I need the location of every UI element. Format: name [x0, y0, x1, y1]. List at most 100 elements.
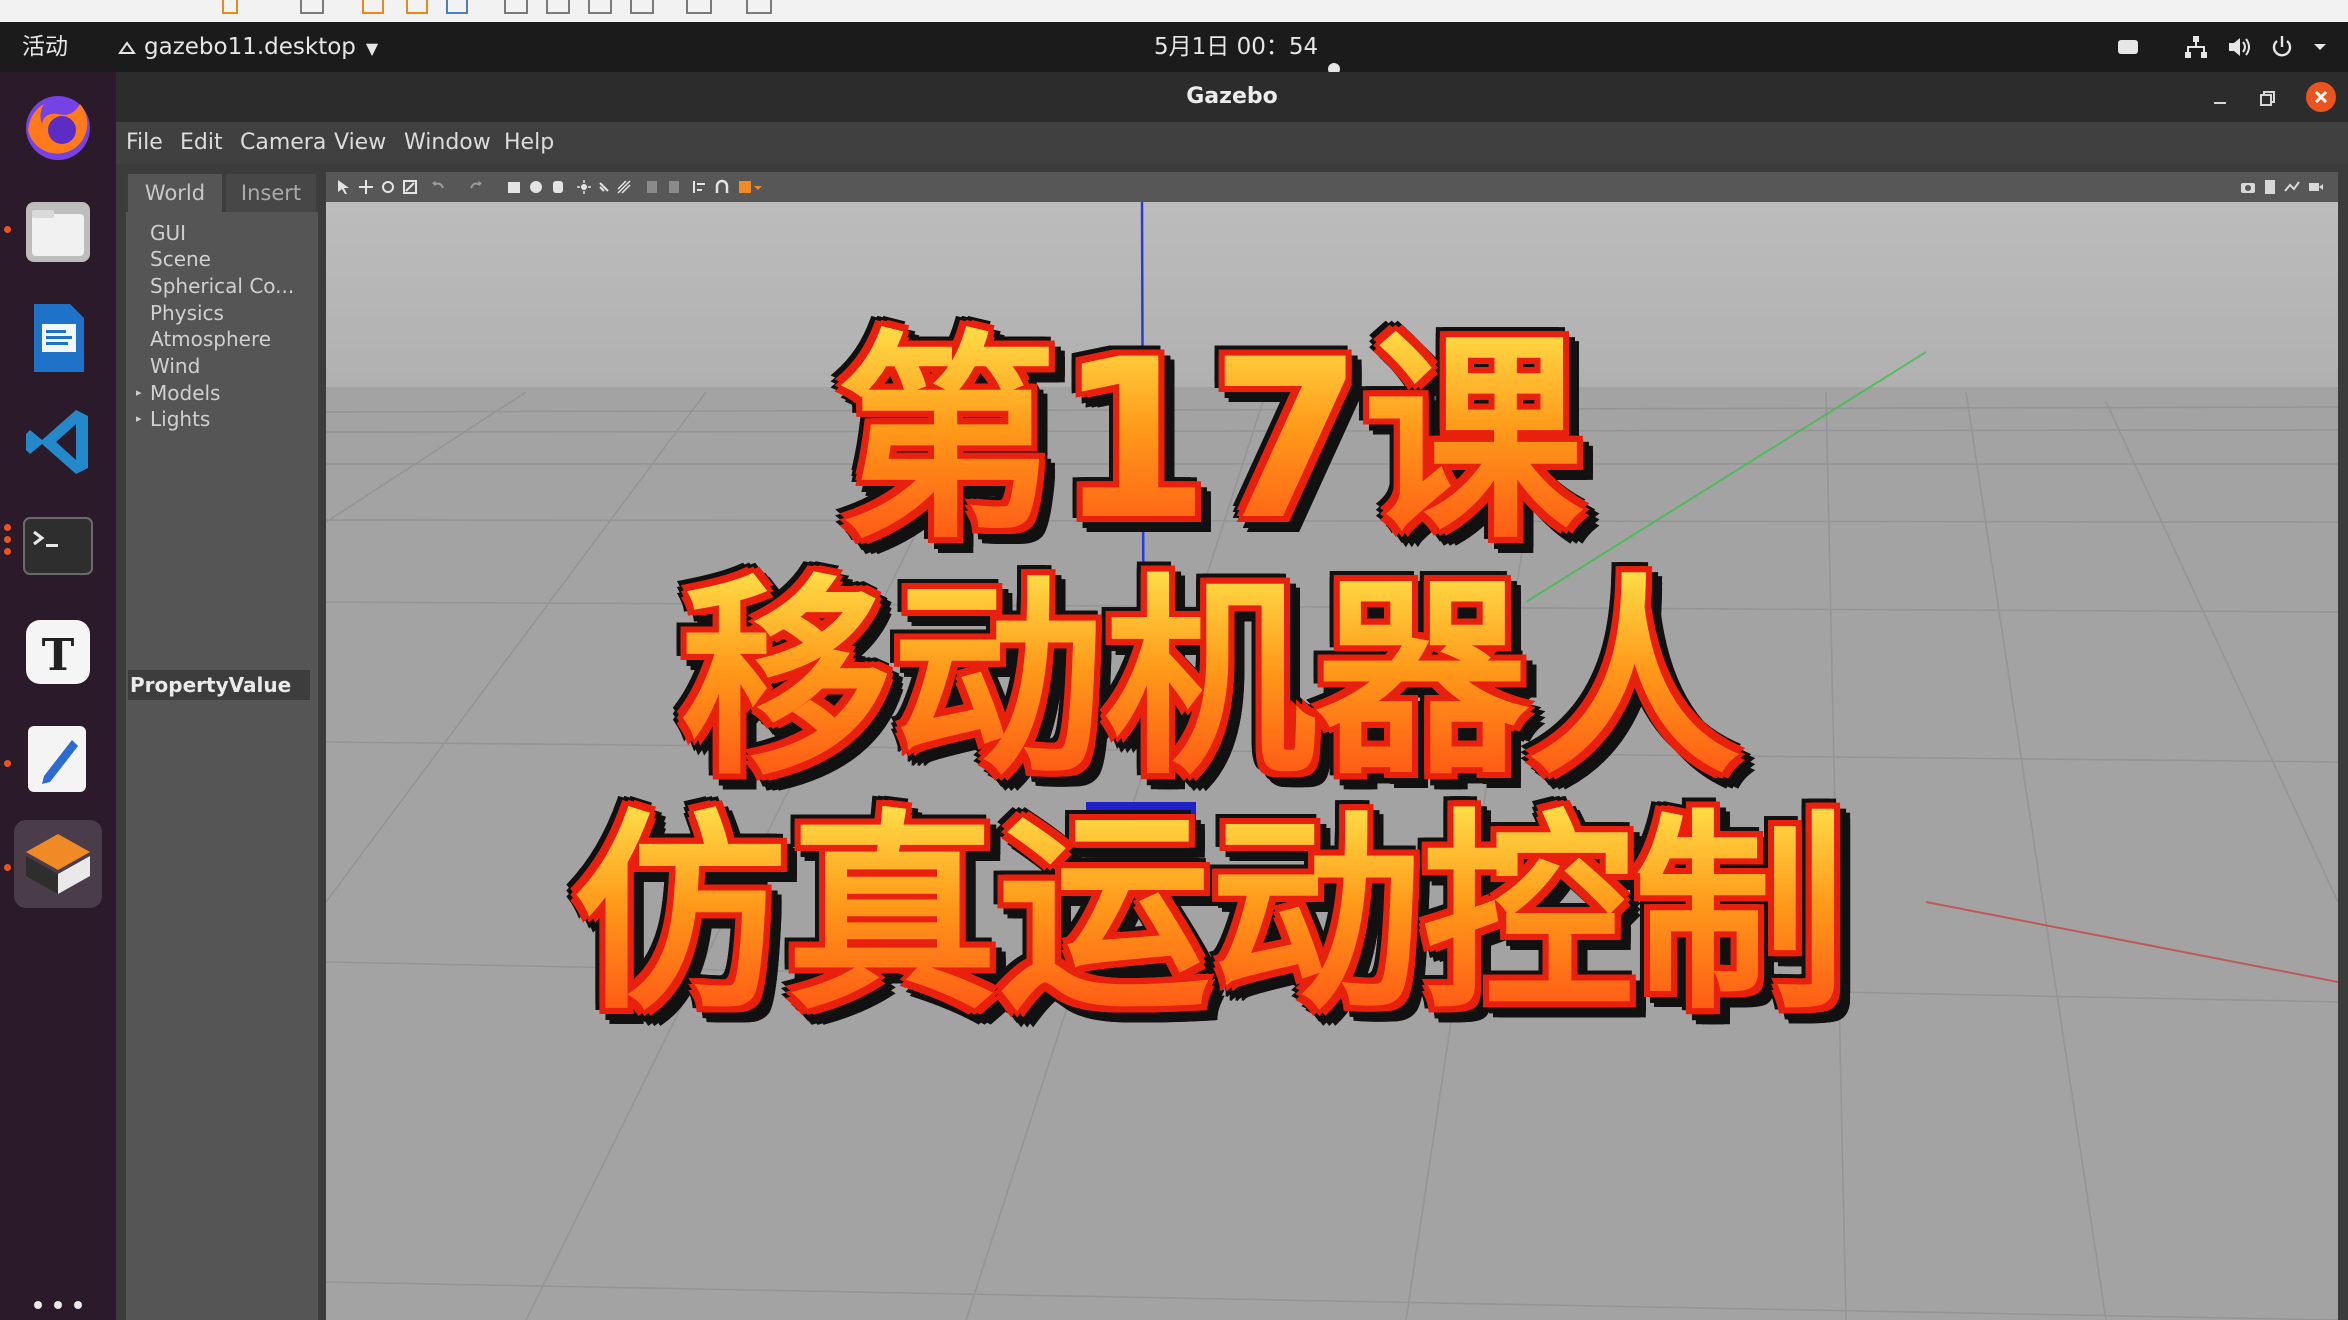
expand-arrow-icon[interactable]: ▸ — [136, 406, 142, 432]
tree-item-lights[interactable]: ▸ Lights — [136, 406, 316, 432]
cylinder-shape-icon[interactable] — [550, 179, 566, 195]
menu-view[interactable]: View — [334, 122, 386, 164]
keyboard-layout-icon[interactable] — [2114, 34, 2142, 60]
point-light-icon[interactable] — [576, 179, 592, 195]
host-toolbar-icon[interactable] — [406, 0, 428, 14]
tree-item-physics[interactable]: Physics — [150, 300, 316, 326]
paste-icon[interactable] — [666, 179, 682, 195]
svg-text:T: T — [42, 630, 75, 681]
menu-help[interactable]: Help — [504, 122, 554, 164]
clock[interactable]: 5月1日 00：54 — [1154, 22, 1318, 72]
system-top-bar: 活动 gazebo11.desktop ▼ 5月1日 00：54 — [0, 22, 2348, 75]
log-icon[interactable] — [2262, 179, 2278, 195]
host-toolbar-icon[interactable] — [588, 0, 612, 14]
tree-item-scene[interactable]: Scene — [150, 246, 316, 272]
app-menu-icon — [118, 40, 136, 54]
dock-files[interactable] — [14, 188, 102, 276]
rotate-mode-icon[interactable] — [380, 179, 396, 195]
plot-icon[interactable] — [2284, 179, 2300, 195]
running-indicator — [4, 548, 11, 555]
tree-item-models[interactable]: ▸ Models — [136, 380, 316, 406]
box-shape-icon[interactable] — [506, 179, 522, 195]
panel-tabs: World Insert — [126, 172, 318, 212]
dock-firefox[interactable] — [14, 84, 102, 172]
host-toolbar-icon[interactable] — [300, 0, 324, 14]
view-angle-icon[interactable] — [738, 179, 762, 195]
network-icon[interactable] — [2182, 34, 2210, 60]
3d-viewport[interactable] — [326, 172, 2338, 1320]
scene-render[interactable] — [326, 202, 2338, 1320]
menu-bar: File Edit Camera View Window Help — [116, 122, 2348, 164]
host-toolbar-icon[interactable] — [546, 0, 570, 14]
terminal-icon — [23, 517, 93, 575]
screenshot-icon[interactable] — [2240, 179, 2256, 195]
running-indicator — [4, 524, 11, 531]
menu-file[interactable]: File — [126, 122, 163, 164]
chevron-down-icon: ▼ — [365, 39, 379, 58]
dock-text-editor[interactable] — [14, 714, 102, 802]
running-indicator — [4, 760, 11, 767]
window-titlebar[interactable]: Gazebo — [116, 72, 2348, 122]
menu-window[interactable]: Window — [404, 122, 491, 164]
firefox-icon — [26, 96, 90, 160]
restore-icon[interactable] — [2256, 86, 2280, 110]
undo-icon[interactable] — [430, 179, 446, 195]
app-menu-label: gazebo11.desktop — [144, 34, 356, 60]
tree-item-wind[interactable]: Wind — [150, 353, 316, 379]
close-button[interactable] — [2306, 82, 2336, 112]
host-toolbar-icon[interactable] — [686, 0, 712, 14]
align-icon[interactable] — [692, 179, 708, 195]
snap-icon[interactable] — [714, 179, 730, 195]
host-toolbar-icon[interactable] — [630, 0, 654, 14]
select-mode-icon[interactable] — [336, 179, 352, 195]
volume-icon[interactable] — [2226, 34, 2254, 60]
spot-light-icon[interactable] — [596, 179, 612, 195]
menu-edit[interactable]: Edit — [180, 122, 223, 164]
power-icon[interactable] — [2268, 34, 2296, 60]
dock-gazebo[interactable] — [14, 820, 102, 908]
host-toolbar-strip — [0, 0, 2348, 22]
show-applications-button[interactable] — [34, 1298, 84, 1312]
host-toolbar-icon[interactable] — [446, 0, 468, 14]
chevron-down-icon[interactable] — [2306, 34, 2334, 60]
running-indicator — [4, 864, 11, 871]
host-toolbar-icon[interactable] — [362, 0, 384, 14]
scale-mode-icon[interactable] — [402, 179, 418, 195]
redo-icon[interactable] — [468, 179, 484, 195]
host-toolbar-icon[interactable] — [746, 0, 772, 14]
menu-camera[interactable]: Camera — [240, 122, 326, 164]
activities-button[interactable]: 活动 — [22, 22, 68, 72]
dock: T — [0, 72, 116, 1320]
directional-light-icon[interactable] — [616, 179, 632, 195]
expand-arrow-icon[interactable]: ▸ — [136, 380, 142, 406]
text-editor-icon — [28, 726, 86, 792]
gazebo-window: Gazebo File Edit Camera View Window Help… — [116, 72, 2348, 1320]
window-title: Gazebo — [1186, 84, 1278, 109]
vscode-icon — [26, 410, 88, 474]
host-toolbar-icon[interactable] — [222, 0, 238, 14]
tab-world[interactable]: World — [128, 174, 222, 212]
tree-item-label: Lights — [150, 407, 211, 431]
dock-terminal[interactable] — [14, 502, 102, 590]
translate-mode-icon[interactable] — [358, 179, 374, 195]
typora-icon: T — [26, 620, 90, 684]
running-indicator — [4, 536, 11, 543]
copy-icon[interactable] — [644, 179, 660, 195]
tab-insert[interactable]: Insert — [226, 174, 316, 212]
dock-typora[interactable]: T — [14, 608, 102, 696]
video-record-icon[interactable] — [2308, 179, 2324, 195]
minimize-icon[interactable] — [2208, 86, 2232, 110]
running-indicator — [4, 226, 11, 233]
tree-item-spherical-coordinates[interactable]: Spherical Co... — [150, 273, 316, 299]
sphere-shape-icon[interactable] — [528, 179, 544, 195]
tree-item-label: Models — [150, 381, 221, 405]
host-toolbar-icon[interactable] — [504, 0, 528, 14]
viewport-toolbar — [326, 172, 2338, 202]
dock-vscode[interactable] — [14, 398, 102, 486]
tree-item-atmosphere[interactable]: Atmosphere — [150, 326, 316, 352]
app-menu[interactable]: gazebo11.desktop ▼ — [118, 22, 378, 72]
dock-writer[interactable] — [14, 294, 102, 382]
ground-plane-grid — [326, 202, 2338, 1320]
world-panel: World Insert GUI Scene Spherical Co... P… — [126, 172, 318, 1320]
tree-item-gui[interactable]: GUI — [150, 220, 316, 246]
